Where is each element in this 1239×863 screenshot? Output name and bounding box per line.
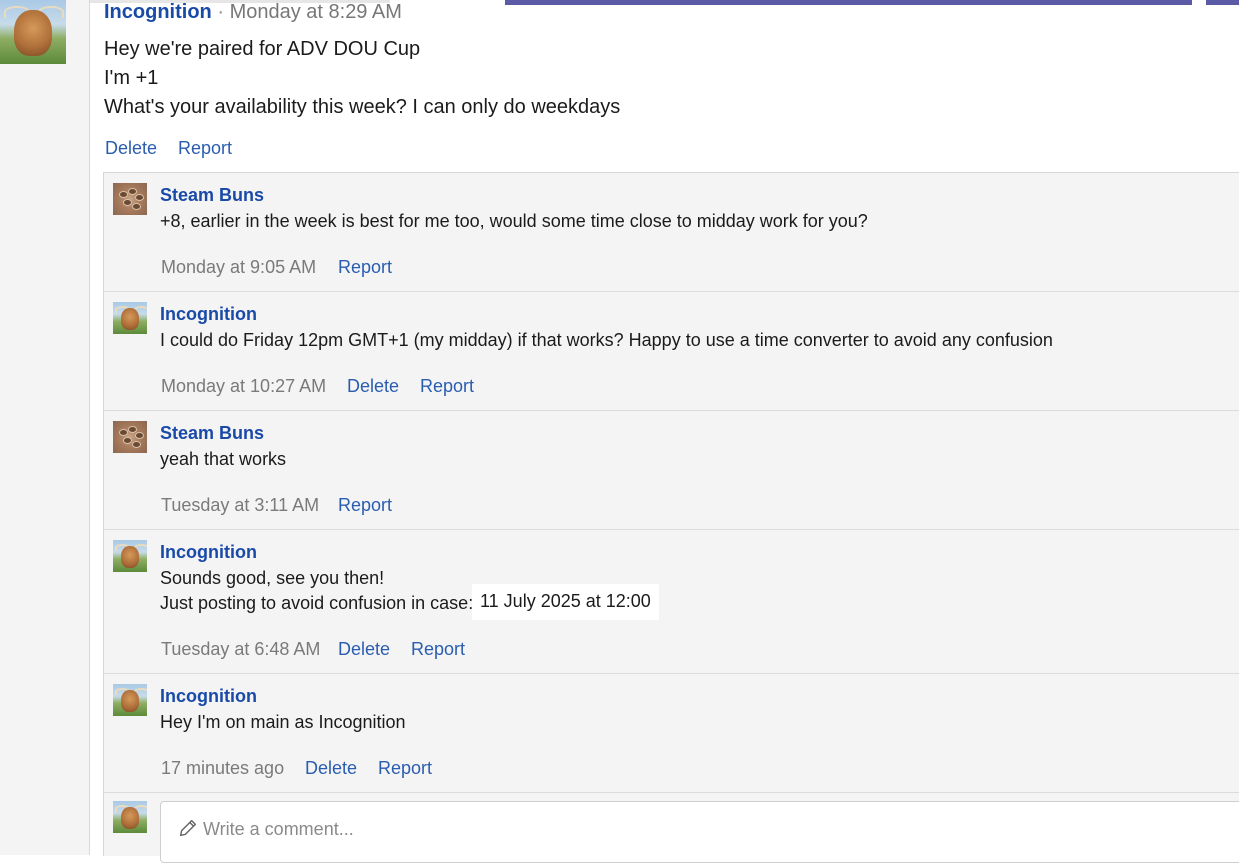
left-gutter bbox=[0, 0, 90, 855]
pinecone-scale bbox=[135, 194, 144, 201]
reply-item: Incognition Hey I'm on main as Incogniti… bbox=[104, 674, 1239, 793]
cow-head-shape bbox=[121, 546, 139, 568]
post-body-line-2: I'm +1 bbox=[104, 67, 159, 89]
pinecone-scale bbox=[119, 191, 128, 198]
reply-author-avatar[interactable] bbox=[113, 540, 147, 572]
reply-author-name[interactable]: Steam Buns bbox=[160, 185, 264, 206]
reply-report-link[interactable]: Report bbox=[411, 639, 465, 659]
reply-report-link[interactable]: Report bbox=[338, 495, 392, 515]
reply-text: Hey I'm on main as Incognition bbox=[160, 712, 406, 732]
reply-item: Steam Buns +8, earlier in the week is be… bbox=[104, 173, 1239, 292]
post-author-name[interactable]: Incognition bbox=[104, 1, 212, 23]
reply-text: I could do Friday 12pm GMT+1 (my midday)… bbox=[160, 330, 1053, 350]
cow-head-shape bbox=[14, 10, 52, 56]
post-timestamp: Monday at 8:29 AM bbox=[229, 1, 402, 23]
cow-head-shape bbox=[121, 308, 139, 330]
reply-item: Incognition I could do Friday 12pm GMT+1… bbox=[104, 292, 1239, 411]
cow-head-shape bbox=[121, 690, 139, 712]
comment-placeholder: Write a comment... bbox=[203, 819, 354, 839]
reply-author-name[interactable]: Steam Buns bbox=[160, 423, 264, 444]
reply-author-name[interactable]: Incognition bbox=[160, 686, 257, 707]
pinecone-scale bbox=[123, 437, 132, 444]
reply-item: Incognition Sounds good, see you then! J… bbox=[104, 530, 1239, 674]
post-report-link[interactable]: Report bbox=[178, 138, 232, 159]
local-time-chip[interactable]: 11 July 2025 at 12:00 bbox=[472, 584, 659, 620]
reply-delete-container: Delete bbox=[305, 758, 357, 779]
reply-text: Sounds good, see you then! bbox=[160, 568, 385, 588]
reply-text-line-2: Just posting to avoid confusion in case: bbox=[160, 593, 474, 613]
reply-timestamp: Monday at 10:27 AM bbox=[161, 376, 327, 396]
comment-composer-row: Write a comment... bbox=[104, 793, 1239, 863]
pinecone-scale bbox=[132, 441, 141, 448]
header-separator: · bbox=[217, 1, 224, 23]
reply-report-container: Report bbox=[420, 376, 474, 397]
post-author-avatar[interactable] bbox=[0, 0, 66, 64]
reply-meta: Monday at 9:05 AM bbox=[161, 257, 316, 278]
reply-author-avatar[interactable] bbox=[113, 183, 147, 215]
reply-timestamp: Tuesday at 3:11 AM bbox=[161, 495, 320, 515]
reply-author-avatar[interactable] bbox=[113, 684, 147, 716]
reply-report-link[interactable]: Report bbox=[378, 758, 432, 778]
reply-report-link[interactable]: Report bbox=[420, 376, 474, 396]
post-delete-link[interactable]: Delete bbox=[105, 138, 157, 159]
pinecone-scale bbox=[132, 203, 141, 210]
reply-report-container: Report bbox=[411, 639, 465, 660]
reply-report-container: Report bbox=[338, 495, 392, 516]
pinecone-scale bbox=[123, 199, 132, 206]
reply-author-name[interactable]: Incognition bbox=[160, 304, 257, 325]
reply-author-avatar[interactable] bbox=[113, 421, 147, 453]
reply-author-name[interactable]: Incognition bbox=[160, 542, 257, 563]
reply-item: Steam Buns yeah that works Tuesday at 3:… bbox=[104, 411, 1239, 530]
reply-meta: Tuesday at 6:48 AM bbox=[161, 639, 320, 660]
reply-report-container: Report bbox=[338, 257, 392, 278]
reply-timestamp: Monday at 9:05 AM bbox=[161, 257, 317, 277]
reply-meta: Monday at 10:27 AM bbox=[161, 376, 326, 397]
reply-timestamp: Tuesday at 6:48 AM bbox=[161, 639, 321, 659]
post-body-line-1: Hey we're paired for ADV DOU Cup bbox=[104, 38, 421, 60]
reply-delete-container: Delete bbox=[347, 376, 399, 397]
cow-head-shape bbox=[121, 807, 139, 829]
pencil-icon bbox=[179, 819, 197, 837]
reply-author-avatar[interactable] bbox=[113, 302, 147, 334]
reply-delete-link[interactable]: Delete bbox=[338, 639, 390, 659]
post-header: Incognition · Monday at 8:29 AM bbox=[104, 1, 402, 24]
replies-thread: Steam Buns +8, earlier in the week is be… bbox=[103, 172, 1239, 863]
pinecone-scale bbox=[135, 432, 144, 439]
top-accent-bar bbox=[505, 0, 1239, 5]
current-user-avatar bbox=[113, 801, 147, 833]
reply-report-container: Report bbox=[378, 758, 432, 779]
reply-meta: Tuesday at 3:11 AM bbox=[161, 495, 319, 516]
reply-timestamp: 17 minutes ago bbox=[161, 758, 285, 778]
reply-text: yeah that works bbox=[160, 449, 287, 469]
top-accent-gap bbox=[1192, 0, 1206, 5]
reply-report-link[interactable]: Report bbox=[338, 257, 392, 277]
comment-input[interactable]: Write a comment... bbox=[160, 801, 1239, 863]
post-body-line-3: What's your availability this week? I ca… bbox=[104, 96, 621, 118]
reply-delete-container: Delete bbox=[338, 639, 390, 660]
reply-delete-link[interactable]: Delete bbox=[347, 376, 399, 396]
reply-text: +8, earlier in the week is best for me t… bbox=[160, 211, 868, 231]
reply-delete-link[interactable]: Delete bbox=[305, 758, 357, 778]
reply-meta: 17 minutes ago bbox=[161, 758, 284, 779]
pinecone-scale bbox=[119, 429, 128, 436]
